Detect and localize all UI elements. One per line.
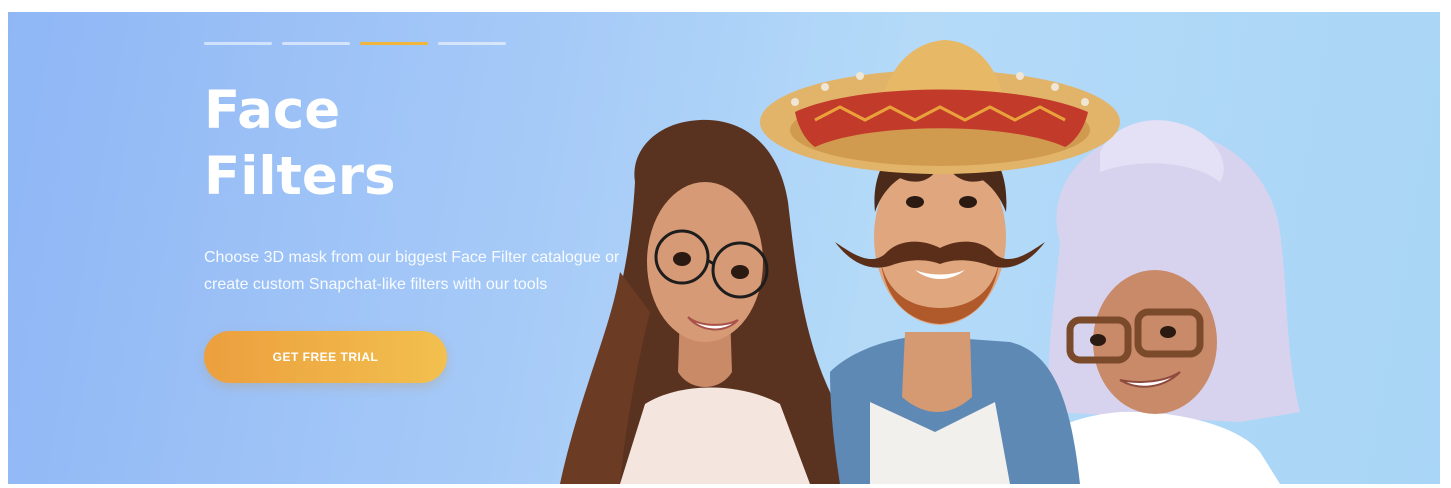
- frame-right: [1440, 0, 1451, 488]
- girl-with-glasses-figure: [560, 119, 845, 484]
- get-free-trial-button[interactable]: GET FREE TRIAL: [204, 331, 447, 383]
- frame-top: [0, 0, 1451, 12]
- slider-dot-3-active[interactable]: [360, 42, 428, 45]
- slider-dot-1[interactable]: [204, 42, 272, 45]
- slider-dot-2[interactable]: [282, 42, 350, 45]
- slider-indicator: [204, 42, 506, 46]
- frame-left: [0, 0, 8, 488]
- face-filter-illustration: [560, 40, 1300, 484]
- hero-banner: Face Filters Choose 3D mask from our big…: [0, 0, 1451, 488]
- frame-bottom: [0, 484, 1451, 488]
- slider-dot-4[interactable]: [438, 42, 506, 45]
